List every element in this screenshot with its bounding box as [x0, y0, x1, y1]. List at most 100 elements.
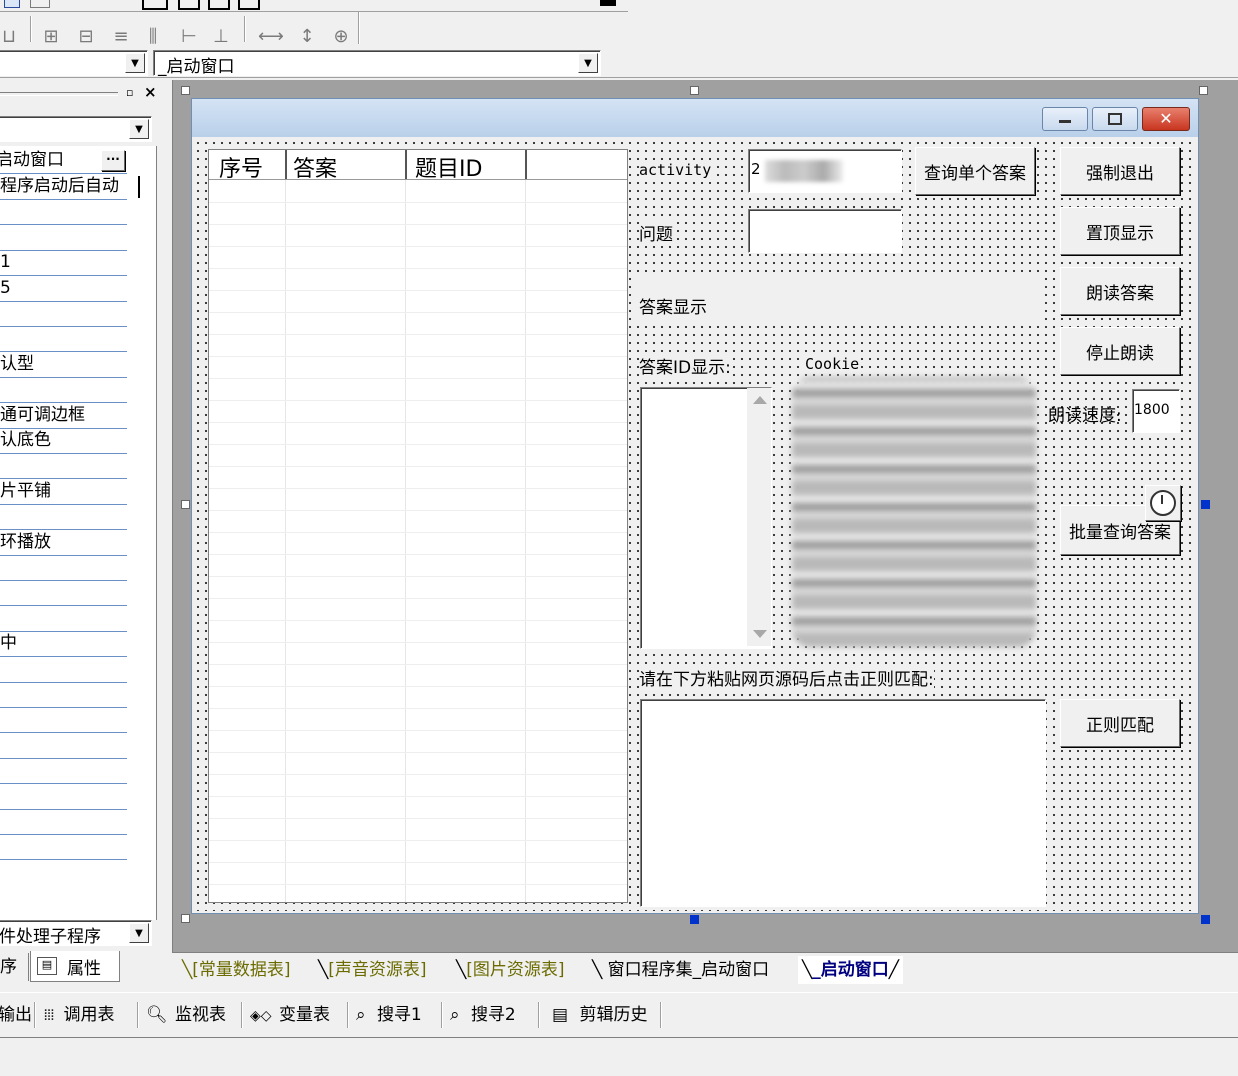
tab-constant-data[interactable]: ╲[常量数据表] — [182, 956, 291, 984]
force-exit-button[interactable]: 强制退出 — [1060, 147, 1180, 195]
tab-property[interactable]: ▤ 属性 — [30, 951, 120, 982]
align-top-icon[interactable]: ≡ — [110, 26, 132, 48]
tab-program[interactable]: 序 — [0, 953, 29, 981]
property-row[interactable] — [0, 682, 127, 708]
minimize-button[interactable] — [1042, 107, 1088, 131]
topmost-button[interactable]: 置顶显示 — [1060, 207, 1180, 255]
property-row[interactable] — [0, 834, 127, 861]
resize-handle[interactable] — [690, 86, 699, 95]
stop-reading-button[interactable]: 停止朗读 — [1060, 327, 1180, 375]
same-width-icon[interactable]: ⊥ — [210, 26, 232, 48]
resize-handle[interactable] — [181, 86, 190, 95]
query-single-button[interactable]: 查询单个答案 — [915, 147, 1035, 195]
property-row[interactable]: 中 — [0, 631, 127, 658]
property-row[interactable] — [0, 377, 127, 404]
answer-table[interactable]: 序号 答案 题目ID — [208, 149, 628, 903]
event-combo[interactable]: 件处理子程序 ▼ — [0, 920, 152, 947]
activity-input[interactable]: 2 — [748, 149, 902, 193]
tab-window-assembly[interactable]: ╲ 窗口程序集_启动窗口 — [592, 956, 769, 984]
scroll-down-icon[interactable] — [753, 630, 767, 638]
ellipsis-button[interactable]: ··· — [101, 150, 125, 171]
resize-handle[interactable] — [690, 915, 699, 924]
save-icon[interactable] — [4, 0, 20, 8]
property-object-combo[interactable]: ▼ — [0, 116, 152, 142]
restore-icon[interactable]: ▫ — [126, 87, 138, 99]
tab-search-2[interactable]: ⌕ 搜寻2 — [450, 1000, 516, 1030]
property-row[interactable] — [0, 809, 127, 835]
property-row[interactable] — [0, 225, 127, 251]
property-row[interactable]: 1 — [0, 250, 127, 277]
answer-id-list[interactable] — [640, 387, 772, 649]
property-row[interactable] — [0, 758, 127, 785]
property-row[interactable]: 环播放 — [0, 530, 127, 556]
run-icon[interactable] — [600, 0, 616, 6]
property-row[interactable] — [0, 580, 127, 607]
property-name-row[interactable]: 启动窗口 ··· — [0, 148, 127, 174]
scrollbar[interactable] — [747, 388, 771, 646]
space-vertical-icon[interactable]: ⊢ — [178, 26, 200, 48]
tab-call-table[interactable]: ⦙⦙⦙ 调用表 — [44, 1000, 115, 1030]
grid-icon[interactable] — [238, 0, 260, 10]
window-icon[interactable] — [178, 0, 200, 10]
property-row[interactable] — [0, 301, 127, 327]
resize-handle[interactable] — [1201, 915, 1210, 924]
property-row[interactable]: 认型 — [0, 352, 127, 378]
chevron-down-icon[interactable]: ▼ — [129, 923, 149, 943]
property-row[interactable]: 5 — [0, 276, 127, 302]
open-icon[interactable] — [30, 0, 50, 8]
property-row[interactable]: 片平铺 — [0, 479, 127, 505]
tab-image-resource[interactable]: ╲[图片资源表] — [456, 956, 565, 984]
center-horizontal-icon[interactable]: ⊞ — [40, 26, 62, 48]
source-code-textarea[interactable] — [640, 699, 1046, 907]
close-icon[interactable]: × — [144, 85, 158, 100]
header-question-id[interactable]: 题目ID — [407, 150, 527, 182]
resize-handle[interactable] — [1199, 86, 1208, 95]
read-answer-button[interactable]: 朗读答案 — [1060, 267, 1180, 315]
object-combo[interactable]: ▼ — [0, 50, 148, 76]
window-combo[interactable]: _启动窗口 ▼ — [153, 50, 601, 77]
resize-handle[interactable] — [181, 914, 190, 923]
maximize-button[interactable] — [1092, 107, 1138, 131]
property-row[interactable] — [0, 657, 127, 683]
tab-output[interactable]: 输出 — [0, 1000, 32, 1030]
tab-search-1[interactable]: ⌕ 搜寻1 — [356, 1000, 422, 1030]
read-speed-input[interactable]: 1800 — [1132, 389, 1180, 433]
property-row[interactable] — [0, 606, 127, 632]
header-seq[interactable]: 序号 — [209, 150, 287, 182]
regex-match-button[interactable]: 正则匹配 — [1060, 699, 1180, 747]
property-row[interactable] — [0, 784, 127, 810]
same-height-icon[interactable]: ⟷ — [258, 26, 284, 48]
center-vertical-icon[interactable]: ⊟ — [75, 26, 97, 48]
property-row[interactable] — [0, 707, 127, 734]
property-row[interactable] — [0, 453, 127, 480]
property-scrollbar[interactable] — [138, 176, 140, 198]
space-horizontal-icon[interactable]: ⫼ — [142, 26, 164, 48]
property-row[interactable] — [0, 733, 127, 759]
chevron-down-icon[interactable]: ▼ — [578, 53, 598, 73]
property-row[interactable] — [0, 555, 127, 581]
property-row[interactable] — [0, 199, 127, 226]
property-row[interactable] — [0, 504, 127, 531]
property-row[interactable]: 程序启动后自动 — [0, 174, 127, 200]
scroll-up-icon[interactable] — [753, 396, 767, 404]
same-size-icon[interactable]: ↕ — [296, 26, 318, 48]
property-row[interactable]: 通可调边框 — [0, 403, 127, 429]
chevron-down-icon[interactable]: ▼ — [125, 53, 145, 73]
panel-grip[interactable] — [0, 92, 118, 96]
same-both-icon[interactable]: ⊕ — [330, 26, 352, 48]
resize-handle[interactable] — [1201, 500, 1210, 509]
tab-startup-window[interactable]: ╲_启动窗口╱ — [798, 956, 903, 984]
tab-watch-table[interactable]: 🔍︎ 监视表 — [146, 1000, 226, 1030]
property-row[interactable]: 认底色 — [0, 428, 127, 454]
tab-sound-resource[interactable]: ╲[声音资源表] — [318, 956, 427, 984]
align-icon[interactable] — [208, 0, 230, 10]
resize-handle[interactable] — [181, 500, 190, 509]
timer-icon[interactable] — [1145, 485, 1181, 521]
chevron-down-icon[interactable]: ▼ — [129, 119, 149, 139]
header-answer[interactable]: 答案 — [287, 150, 407, 182]
tab-variable-table[interactable]: ◈◇ 变量表 — [250, 1000, 330, 1030]
property-row[interactable] — [0, 326, 127, 353]
tab-clip-history[interactable]: ▤ 剪辑历史 — [552, 1000, 647, 1030]
align-left-icon[interactable]: ⊔ — [0, 26, 20, 48]
question-input[interactable] — [748, 209, 902, 253]
